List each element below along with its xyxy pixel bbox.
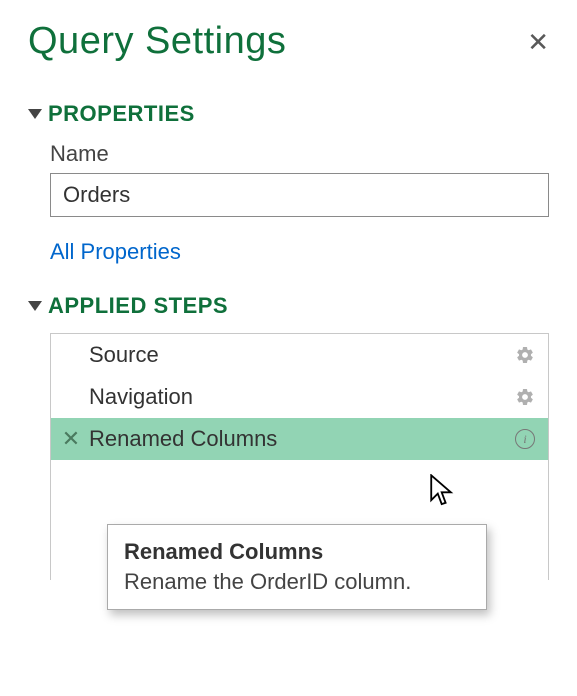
tooltip-title: Renamed Columns (124, 539, 470, 565)
name-label: Name (50, 141, 549, 167)
step-tooltip: Renamed Columns Rename the OrderID colum… (107, 524, 487, 610)
collapse-triangle-icon (28, 301, 42, 311)
panel-header: Query Settings ✕ (28, 20, 549, 63)
properties-heading: PROPERTIES (48, 101, 195, 127)
gear-icon[interactable] (514, 344, 536, 366)
tooltip-description: Rename the OrderID column. (124, 569, 470, 595)
collapse-triangle-icon (28, 109, 42, 119)
properties-header[interactable]: PROPERTIES (28, 101, 549, 127)
applied-steps-heading: APPLIED STEPS (48, 293, 228, 319)
step-source[interactable]: ✕ Source (51, 334, 548, 376)
name-field-block: Name All Properties (28, 141, 549, 265)
info-icon[interactable]: i (514, 428, 536, 450)
cursor-icon (429, 474, 457, 508)
step-label: Renamed Columns (83, 426, 514, 452)
delete-step-icon[interactable]: ✕ (59, 426, 83, 452)
properties-section: PROPERTIES Name All Properties (28, 101, 549, 265)
applied-steps-section: APPLIED STEPS ✕ Source ✕ Navigation ✕ Re… (28, 293, 549, 580)
step-label: Source (83, 342, 514, 368)
step-navigation[interactable]: ✕ Navigation (51, 376, 548, 418)
panel-title: Query Settings (28, 20, 286, 63)
close-icon[interactable]: ✕ (527, 29, 549, 55)
name-input[interactable] (50, 173, 549, 217)
step-renamed-columns[interactable]: ✕ Renamed Columns i (51, 418, 548, 460)
step-label: Navigation (83, 384, 514, 410)
gear-icon[interactable] (514, 386, 536, 408)
all-properties-link[interactable]: All Properties (50, 239, 549, 265)
applied-steps-header[interactable]: APPLIED STEPS (28, 293, 549, 319)
steps-list: ✕ Source ✕ Navigation ✕ Renamed Columns … (50, 333, 549, 580)
